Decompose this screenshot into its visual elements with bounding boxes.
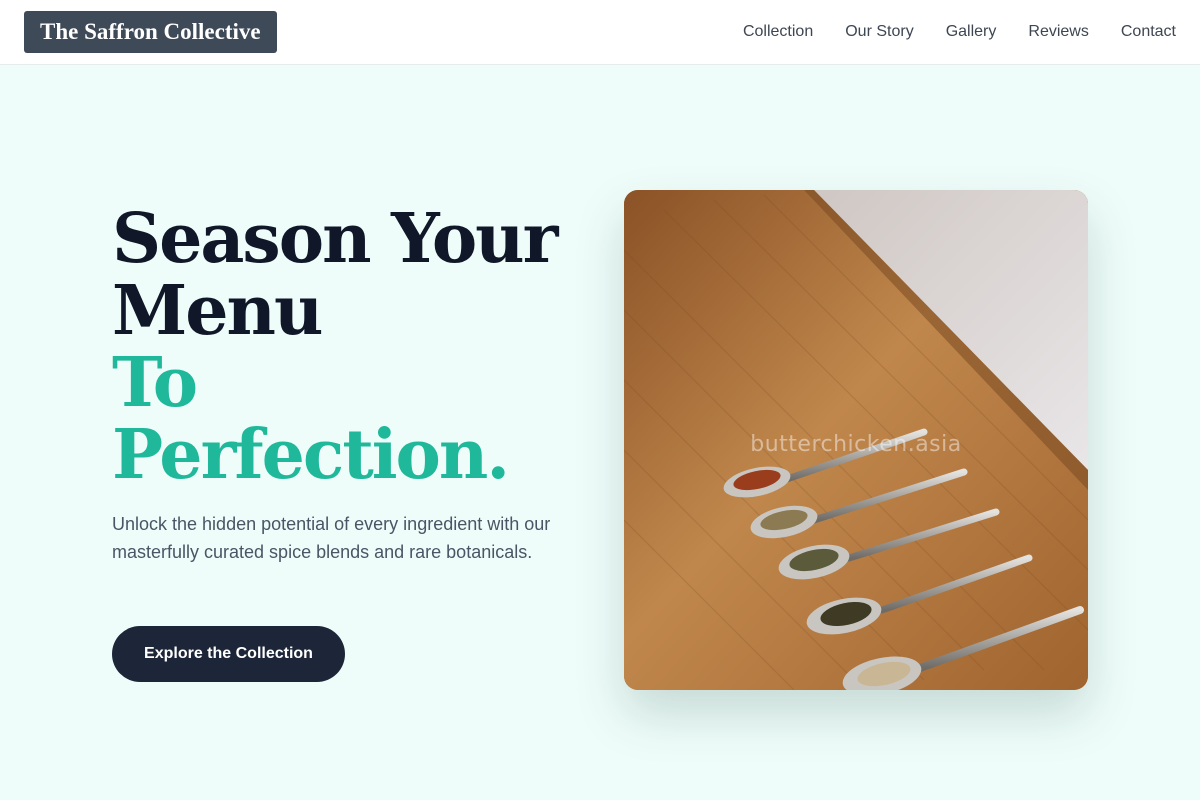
main-nav: Collection Our Story Gallery Reviews Con… <box>743 0 1176 64</box>
site-header: The Saffron Collective Collection Our St… <box>0 0 1200 65</box>
nav-link-contact[interactable]: Contact <box>1121 23 1176 41</box>
hero-subtitle: Unlock the hidden potential of every ing… <box>112 514 551 562</box>
hero-title-line-2: Menu <box>112 271 323 351</box>
hero-title: Season Your Menu To Perfection. <box>112 203 582 491</box>
explore-collection-button[interactable]: Explore the Collection <box>112 626 345 682</box>
image-watermark: butterchicken.asia <box>750 432 962 457</box>
hero-title-line-4: Perfection. <box>112 415 510 495</box>
hero-title-line-1: Season Your <box>112 199 558 279</box>
brand-logo[interactable]: The Saffron Collective <box>24 11 277 53</box>
nav-link-collection[interactable]: Collection <box>743 23 813 41</box>
nav-link-reviews[interactable]: Reviews <box>1028 23 1088 41</box>
hero-title-line-3: To <box>112 343 198 423</box>
nav-link-gallery[interactable]: Gallery <box>946 23 997 41</box>
nav-link-our-story[interactable]: Our Story <box>845 23 913 41</box>
hero-image: butterchicken.asia <box>624 190 1088 690</box>
